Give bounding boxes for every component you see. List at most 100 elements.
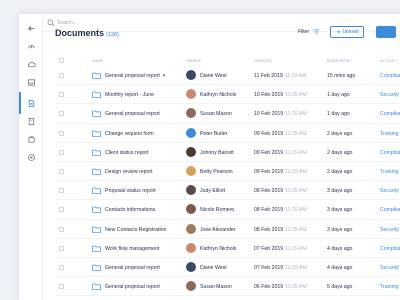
document-name-text: Monthly report - June xyxy=(105,92,155,99)
document-name[interactable]: General proposal report xyxy=(105,111,160,117)
help-icon[interactable] xyxy=(25,151,37,163)
table-row[interactable]: General proposal report Susan Mason 10 Feb… xyxy=(55,104,400,124)
document-name[interactable]: General proposal report ♥ xyxy=(105,73,166,79)
activity-tag[interactable]: Compliance xyxy=(380,150,400,156)
row-checkbox[interactable] xyxy=(59,264,64,270)
folder-icon xyxy=(92,149,101,156)
activity-tag[interactable]: Security xyxy=(380,188,399,194)
cloud-icon[interactable] xyxy=(25,58,37,70)
document-name-text: Proposal status report xyxy=(105,188,156,195)
created-time: 11:29 AM xyxy=(285,92,307,99)
filter-button[interactable]: Filter xyxy=(298,29,320,35)
documents-table: General proposal report ♥ Diane West 11 Feb… xyxy=(55,66,400,297)
document-name[interactable]: Change request form xyxy=(105,131,154,137)
new-document-button[interactable] xyxy=(376,26,396,38)
inbox-icon[interactable] xyxy=(25,76,37,88)
book-icon[interactable] xyxy=(25,115,37,127)
created-date: 10 Feb 2019 11:29 AM xyxy=(254,111,307,117)
activity-tag[interactable]: Compliance xyxy=(380,111,400,117)
avatar xyxy=(186,242,196,253)
row-checkbox[interactable] xyxy=(59,168,64,174)
modified-ago: 3 days ago xyxy=(327,188,353,195)
modified-ago: 2 days ago xyxy=(327,149,353,156)
modified-ago: 4 days ago xyxy=(327,245,353,252)
column-name[interactable]: NAME xyxy=(92,59,103,63)
back-arrow-icon[interactable] xyxy=(25,22,37,34)
modified-ago: 1 day ago xyxy=(327,111,350,118)
created-date: 09 Feb 2019 11:29 AM xyxy=(254,169,307,175)
activity-tag[interactable]: Compliance xyxy=(380,207,400,213)
row-checkbox[interactable] xyxy=(59,245,64,251)
document-name-text: Design review report xyxy=(105,168,153,175)
row-checkbox[interactable] xyxy=(59,207,64,213)
document-name[interactable]: Client status report xyxy=(105,150,149,156)
column-activity[interactable]: ACTIVITY xyxy=(380,59,398,63)
table-row[interactable]: Change request form Peter Butler 09 Feb 20… xyxy=(55,124,400,143)
modified-ago: 4 days ago xyxy=(327,264,353,271)
created-time: 11:29 AM xyxy=(285,111,307,118)
table-row[interactable]: Proposal status report Judy Elliott 08 Feb… xyxy=(55,181,400,201)
column-owner[interactable]: OWNER xyxy=(186,59,201,63)
column-created[interactable]: CREATED xyxy=(254,59,272,63)
folder-icon xyxy=(92,245,101,252)
table-row[interactable]: Design review report Betty Pearson 09 Feb … xyxy=(55,162,400,182)
table-row[interactable]: Monthly report - June Kathryn Nichols 10 F… xyxy=(55,85,400,105)
activity-tag[interactable]: Training xyxy=(380,284,399,290)
select-all-checkbox[interactable] xyxy=(59,58,64,63)
table-row[interactable]: General proposal report Diane West 07 Feb … xyxy=(55,258,400,278)
document-name[interactable]: Contacts informations xyxy=(105,207,155,213)
document-name[interactable]: Monthly report - June xyxy=(105,92,154,98)
table-row[interactable]: General proposal report Susan Mason 06 Feb… xyxy=(55,277,400,297)
activity-tag[interactable]: Training xyxy=(380,169,399,175)
activity-tag[interactable]: Training xyxy=(380,131,399,137)
created-date-text: 10 Feb 2019 xyxy=(254,92,284,99)
row-checkbox[interactable] xyxy=(59,188,64,194)
document-name[interactable]: Work flow management xyxy=(105,246,159,252)
row-checkbox[interactable] xyxy=(59,111,64,117)
document-name[interactable]: General proposal report xyxy=(105,265,160,271)
row-checkbox[interactable] xyxy=(59,284,64,290)
activity-tag[interactable]: Security xyxy=(380,227,399,233)
modified-ago: 3 days ago xyxy=(327,226,353,233)
row-checkbox[interactable] xyxy=(59,73,64,78)
document-icon[interactable] xyxy=(25,97,37,109)
activity-tag[interactable]: Compliance xyxy=(380,73,400,79)
created-date: 08 Feb 2019 11:29 AM xyxy=(254,227,307,233)
created-date: 11 Feb 2019 11:29 AM xyxy=(254,73,306,79)
document-name[interactable]: New Contacts Registration xyxy=(105,227,166,233)
avatar xyxy=(186,146,196,157)
created-time: 11:29 AM xyxy=(285,130,307,137)
created-date: 07 Feb 2019 11:29 AM xyxy=(254,246,307,252)
tools-icon[interactable] xyxy=(25,40,37,52)
created-time: 11:29 AM xyxy=(285,245,307,252)
owner-name: Susan Mason xyxy=(200,284,232,291)
activity-tag[interactable]: Security xyxy=(380,92,399,98)
column-modified[interactable]: MODIFIED▾ xyxy=(327,59,349,63)
upload-button[interactable]: Upload xyxy=(330,26,364,38)
upload-label: Upload xyxy=(342,29,359,35)
created-date: 09 Feb 2019 11:29 AM xyxy=(254,150,307,156)
row-checkbox[interactable] xyxy=(59,226,64,232)
favorite-heart-icon[interactable]: ♥ xyxy=(163,73,166,79)
created-time: 11:29 AM xyxy=(285,168,307,175)
table-row[interactable]: New Contacts Registration Jose Alexander 0… xyxy=(55,220,400,239)
table-row[interactable]: General proposal report ♥ Diane West 11 Feb… xyxy=(55,66,400,86)
document-name[interactable]: General proposal report xyxy=(105,284,160,290)
row-checkbox[interactable] xyxy=(59,92,64,98)
activity-tag[interactable]: Security xyxy=(380,265,399,271)
icon-sidebar xyxy=(19,14,43,300)
owner-name: Kathryn Nichols xyxy=(200,92,237,99)
created-time: 11:29 AM xyxy=(285,226,307,233)
document-name[interactable]: Proposal status report xyxy=(105,188,156,194)
table-row[interactable]: Contacts informations Nicole Romero 08 Feb… xyxy=(55,200,400,220)
row-checkbox[interactable] xyxy=(59,130,64,136)
created-time: 11:29 AM xyxy=(285,149,307,156)
row-checkbox[interactable] xyxy=(59,149,64,155)
folder-stack-icon[interactable] xyxy=(25,133,37,145)
folder-icon xyxy=(92,111,101,118)
document-name[interactable]: Design review report xyxy=(105,169,153,175)
table-row[interactable]: Work flow management Kathryn Nichols 07 Fe… xyxy=(55,239,400,258)
activity-tag[interactable]: Compliance xyxy=(380,246,400,252)
created-date-text: 11 Feb 2019 xyxy=(254,73,283,79)
table-row[interactable]: Client status report Johnny Barrett 09 Feb… xyxy=(55,143,400,162)
